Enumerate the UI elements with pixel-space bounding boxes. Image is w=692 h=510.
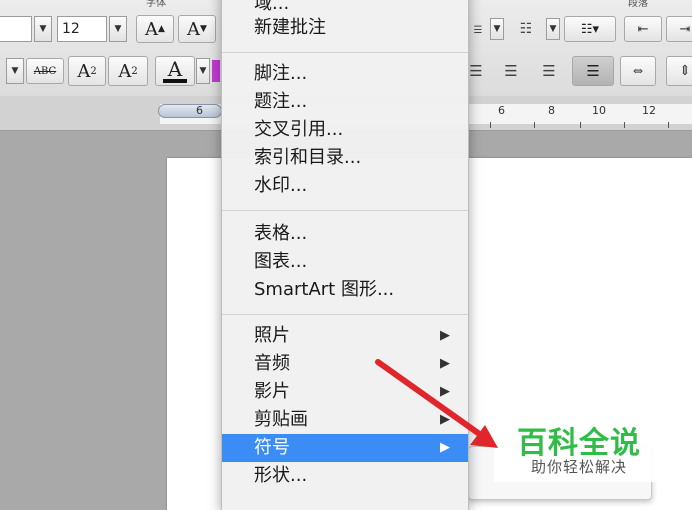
annotation-arrow-icon xyxy=(375,359,498,448)
arrow-shaft xyxy=(375,359,481,436)
word-window: 字体 段落 ▼ 12 ▼ A ▲ A ▼ ▼ ABC A2 A2 A ▼ ☰ ▼ ☷ xyxy=(0,0,692,510)
